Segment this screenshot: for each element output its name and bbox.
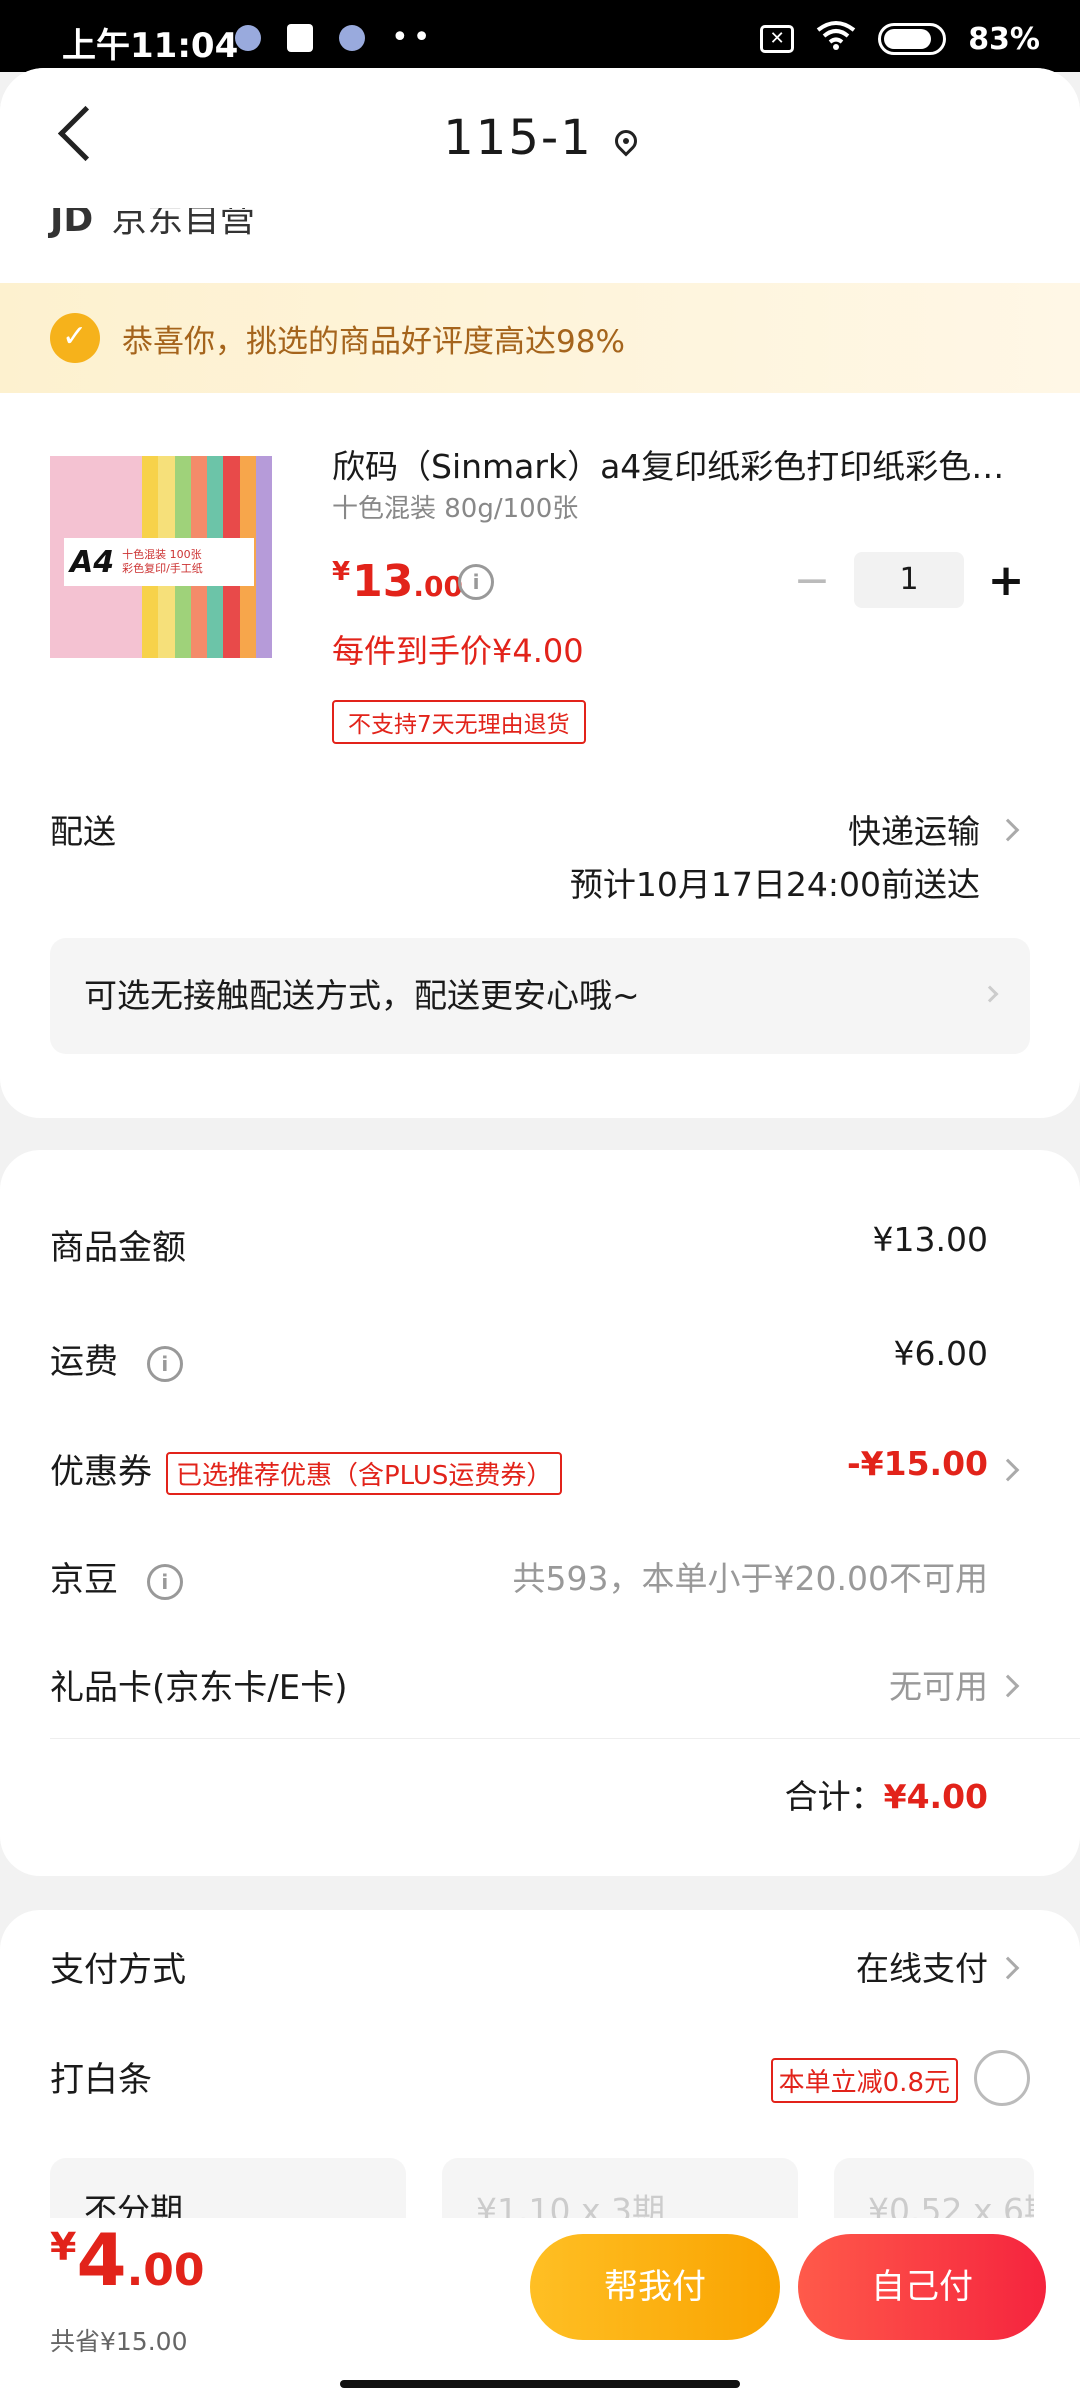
product-title[interactable]: 欣码（Sinmark）a4复印纸彩色打印纸彩色复印纸: [332, 440, 1032, 488]
coupon-tag: 已选推荐优惠（含PLUS运费券）: [166, 1452, 563, 1495]
coupon-row[interactable]: 优惠券 已选推荐优惠（含PLUS运费券）: [50, 1444, 563, 1495]
price-symbol: ¥: [332, 557, 351, 588]
beans-label: 京豆 i: [50, 1552, 183, 1601]
status-right: ✕ 83%: [760, 20, 1040, 58]
status-time: 上午11:04: [62, 26, 239, 66]
each-price: 每件到手价¥4.00: [332, 632, 584, 670]
bottom-total-symbol: ¥: [50, 2225, 77, 2269]
chevron-right-icon: [996, 1674, 1020, 1698]
bottom-total-dec: .00: [126, 2245, 205, 2296]
payment-method-value[interactable]: 在线支付: [856, 1942, 988, 1990]
shipping-label: 配送: [50, 812, 116, 851]
return-policy-badge: 不支持7天无理由退货: [332, 700, 586, 744]
shopping-bag-icon: [287, 24, 313, 52]
thumbnail-sub2: 彩色复印/手工纸: [122, 562, 203, 575]
nav-bar: 115-1: [0, 68, 1080, 208]
location-icon: [610, 125, 642, 157]
payment-method-label: 支付方式: [50, 1950, 186, 1990]
app-notification-icon: [235, 25, 261, 51]
chevron-right-icon: [996, 1956, 1020, 1980]
decrease-button[interactable]: −: [792, 555, 832, 606]
baitiao-radio[interactable]: [974, 2050, 1030, 2106]
product-thumbnail[interactable]: A4 十色混装 100张 彩色复印/手工纸: [50, 456, 272, 658]
thumbnail-a4-text: A4: [70, 544, 115, 580]
thumbnail-sub: 十色混装 100张: [122, 548, 202, 561]
pay-myself-button[interactable]: 自己付: [798, 2234, 1046, 2340]
gift-card-value[interactable]: 无可用: [889, 1660, 988, 1708]
wifi-icon: [816, 20, 856, 58]
coupon-label: 优惠券: [50, 1452, 152, 1492]
home-indicator[interactable]: [340, 2380, 740, 2388]
beans-label-text: 京豆: [50, 1560, 118, 1600]
saved-amount: 共省¥15.00: [50, 2327, 188, 2356]
thumbs-up-icon: [50, 313, 100, 363]
price-summary-card: 商品金额 ¥13.00 运费 i ¥6.00 优惠券 已选推荐优惠（含PLUS运费…: [0, 1150, 1080, 1876]
baitiao-discount-tag: 本单立减0.8元: [770, 2058, 958, 2103]
divider: [50, 1738, 1080, 1739]
price-int: 13: [352, 556, 414, 607]
total-row: 合计：¥4.00: [785, 1770, 988, 1818]
no-sim-icon: ✕: [760, 25, 795, 53]
shipping-method[interactable]: 快递运输: [848, 805, 980, 853]
baitiao-label: 打白条: [50, 2060, 152, 2100]
total-label: 合计：: [784, 1777, 884, 1816]
praise-text: 恭喜你，挑选的商品好评度高达98%: [122, 323, 625, 360]
notification-icons: ••: [235, 20, 435, 55]
app-notification-icon: [339, 25, 365, 51]
chevron-right-icon: [981, 985, 999, 1003]
goods-amount-value: ¥13.00: [872, 1220, 988, 1259]
gift-card-label: 礼品卡(京东卡/E卡): [50, 1668, 348, 1708]
freight-label: 运费 i: [50, 1334, 183, 1383]
page-title[interactable]: 115-1: [0, 110, 1080, 166]
freight-label-text: 运费: [50, 1342, 118, 1382]
battery-percent: 83%: [968, 21, 1040, 57]
beans-info-icon[interactable]: i: [146, 1563, 183, 1600]
shipping-eta: 预计10月17日24:00前送达: [569, 865, 980, 904]
increase-button[interactable]: +: [986, 555, 1026, 606]
price-dec: .00: [413, 570, 463, 603]
help-me-pay-button[interactable]: 帮我付: [530, 2234, 780, 2340]
product-item: A4 十色混装 100张 彩色复印/手工纸 欣码（Sinmark）a4复印纸彩色打…: [0, 370, 1080, 744]
freight-info-icon[interactable]: i: [146, 1345, 183, 1382]
bottom-checkout-bar: ¥4.00 共省¥15.00 帮我付 自己付: [0, 2218, 1080, 2400]
product-spec: 十色混装 80g/100张: [332, 494, 579, 524]
total-value: ¥4.00: [883, 1777, 988, 1816]
quantity-value[interactable]: 1: [854, 552, 964, 608]
bottom-total: ¥4.00: [50, 2218, 205, 2302]
goods-amount-label: 商品金额: [50, 1228, 186, 1268]
status-bar: 上午11:04 •• ✕ 83%: [0, 0, 1080, 72]
beans-value: 共593，本单小于¥20.00不可用: [512, 1559, 988, 1598]
product-price: ¥13.00: [332, 556, 463, 607]
more-dots-icon: ••: [391, 20, 435, 55]
coupon-value[interactable]: -¥15.00: [847, 1444, 988, 1483]
bottom-total-int: 4: [76, 2218, 127, 2302]
price-info-icon[interactable]: i: [458, 564, 494, 600]
freight-value: ¥6.00: [893, 1334, 988, 1373]
quantity-stepper: − 1 +: [792, 552, 1026, 608]
address-label: 115-1: [443, 110, 593, 166]
battery-icon: [878, 23, 947, 55]
chevron-right-icon: [996, 1458, 1020, 1482]
contactless-delivery-row[interactable]: 可选无接触配送方式，配送更安心哦~: [50, 938, 1030, 1054]
contactless-text: 可选无接触配送方式，配送更安心哦~: [84, 976, 640, 1015]
